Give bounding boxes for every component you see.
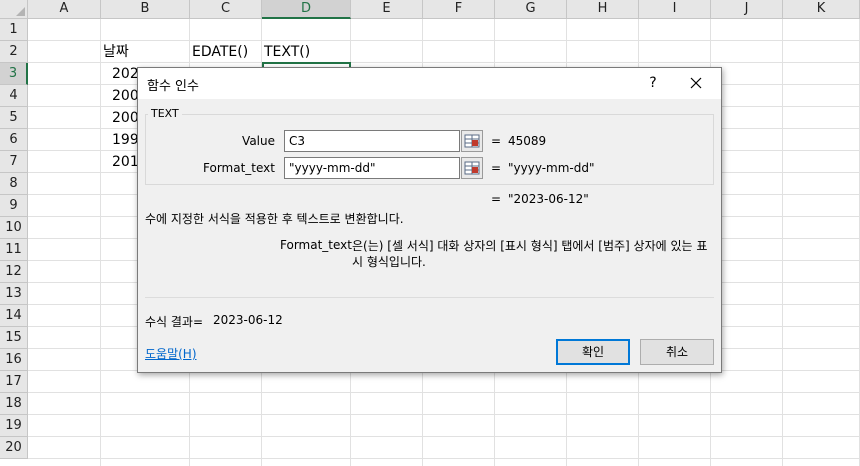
value-input[interactable]: C3	[284, 130, 460, 152]
close-icon	[690, 77, 702, 89]
column-header-d[interactable]: D	[262, 0, 351, 19]
row-header-20[interactable]: 20	[0, 437, 28, 459]
function-description: 수에 지정한 서식을 적용한 후 텍스트로 변환합니다.	[145, 212, 404, 226]
arg-help-name: Format_text	[280, 238, 352, 252]
row-header-9[interactable]: 9	[0, 195, 28, 217]
arg-help-text: 은(는) [셀 서식] 대화 상자의 [표시 형식] 탭에서 [범주] 상자에 …	[352, 239, 708, 269]
column-header-g[interactable]: G	[495, 0, 567, 19]
formula-result-value: 2023-06-12	[213, 313, 283, 327]
row-header-13[interactable]: 13	[0, 283, 28, 305]
range-select-icon	[464, 134, 480, 148]
grid-line	[28, 62, 860, 63]
overall-equals: =	[491, 192, 502, 206]
row-header-4[interactable]: 4	[0, 85, 28, 107]
dialog-titlebar[interactable]: 함수 인수 ?	[138, 68, 721, 99]
format-text-equals: =	[491, 161, 502, 175]
column-header-c[interactable]: C	[190, 0, 262, 19]
row-header-15[interactable]: 15	[0, 327, 28, 349]
grid-line	[28, 458, 860, 459]
help-link[interactable]: 도움말(H)	[145, 345, 197, 362]
help-button[interactable]: ?	[641, 72, 665, 94]
row-header-12[interactable]: 12	[0, 261, 28, 283]
value-result: 45089	[508, 134, 547, 148]
column-header-f[interactable]: F	[423, 0, 495, 19]
grid-line	[28, 436, 860, 437]
cell-b2[interactable]: 날짜	[103, 41, 129, 63]
row-header-18[interactable]: 18	[0, 393, 28, 415]
dialog-title: 함수 인수	[147, 79, 199, 94]
value-arg-label: Value	[242, 134, 275, 148]
format-text-arg-label: Format_text	[203, 161, 275, 175]
column-header-i[interactable]: I	[639, 0, 711, 19]
function-name-label: TEXT	[148, 107, 182, 120]
grid-line	[28, 40, 860, 41]
column-header-a[interactable]: A	[28, 0, 101, 19]
row-header-5[interactable]: 5	[0, 107, 28, 129]
cell-c2[interactable]: EDATE()	[192, 41, 248, 63]
overall-result: "2023-06-12"	[508, 192, 589, 206]
format-text-result: "yyyy-mm-dd"	[508, 161, 595, 175]
row-header-6[interactable]: 6	[0, 129, 28, 151]
select-all-corner[interactable]	[0, 0, 28, 19]
ok-button[interactable]: 확인	[556, 339, 630, 365]
row-header-1[interactable]: 1	[0, 19, 28, 41]
function-arguments-dialog: 함수 인수 ? TEXT Value C3 = 45089 Format_tex…	[137, 67, 722, 373]
row-header-7[interactable]: 7	[0, 151, 28, 173]
row-header-19[interactable]: 19	[0, 415, 28, 437]
value-collapse-button[interactable]	[461, 130, 483, 152]
column-header-j[interactable]: J	[711, 0, 783, 19]
column-header-h[interactable]: H	[567, 0, 639, 19]
row-header-8[interactable]: 8	[0, 173, 28, 195]
row-header-3[interactable]: 3	[0, 63, 28, 85]
grid-line	[28, 392, 860, 393]
format-text-collapse-button[interactable]	[461, 157, 483, 179]
row-header-17[interactable]: 17	[0, 371, 28, 393]
range-select-icon	[464, 161, 480, 175]
grid-line	[28, 414, 860, 415]
column-header-k[interactable]: K	[783, 0, 860, 19]
cancel-button[interactable]: 취소	[640, 339, 714, 365]
divider	[145, 297, 714, 298]
close-button[interactable]	[684, 72, 708, 94]
row-header-16[interactable]: 16	[0, 349, 28, 371]
format-text-input[interactable]: "yyyy-mm-dd"	[284, 157, 460, 179]
column-header-b[interactable]: B	[101, 0, 190, 19]
row-header-14[interactable]: 14	[0, 305, 28, 327]
row-header-10[interactable]: 10	[0, 217, 28, 239]
row-header-11[interactable]: 11	[0, 239, 28, 261]
formula-result-label: 수식 결과=	[145, 315, 204, 329]
row-header-2[interactable]: 2	[0, 41, 28, 63]
grid-line	[782, 19, 783, 466]
column-header-e[interactable]: E	[351, 0, 423, 19]
cell-d2[interactable]: TEXT()	[264, 41, 310, 63]
value-equals: =	[491, 134, 502, 148]
grid-line	[100, 19, 101, 466]
